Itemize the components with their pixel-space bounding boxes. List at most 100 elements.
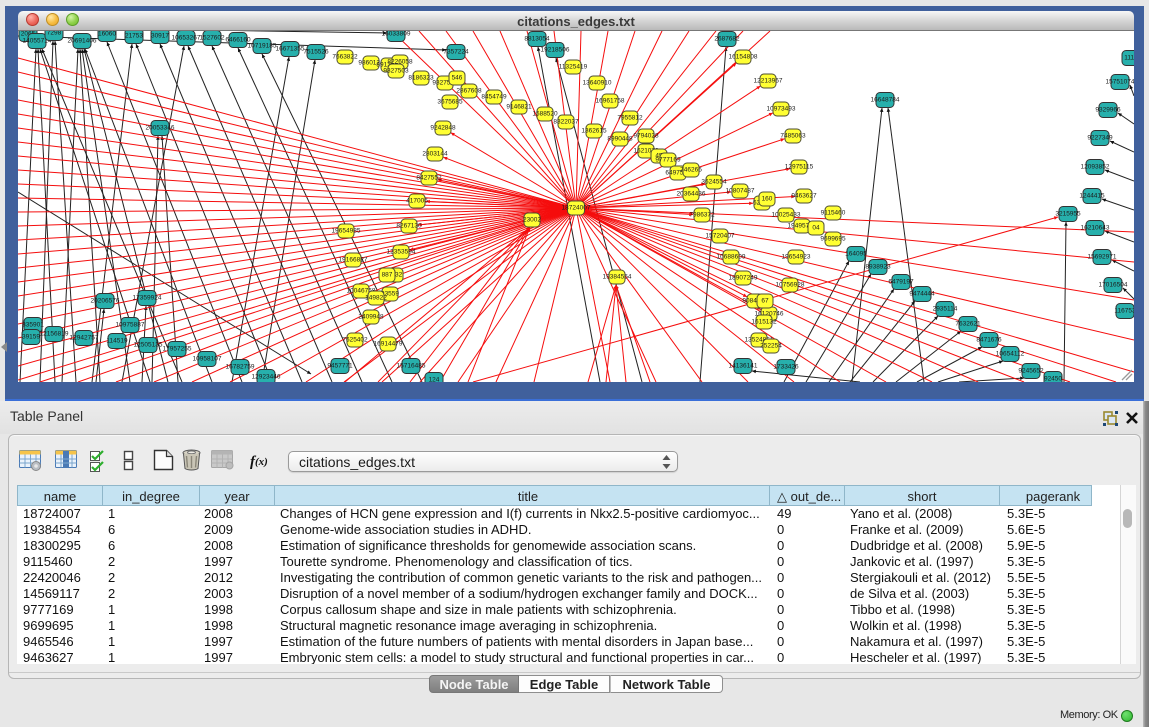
svg-text:1362615: 1362615 — [581, 128, 607, 135]
svg-text:2687682: 2687682 — [714, 36, 740, 43]
svg-text:8186323: 8186323 — [408, 75, 434, 82]
svg-text:3624554: 3624554 — [701, 179, 727, 186]
svg-text:1588520: 1588520 — [532, 111, 558, 118]
svg-text:92450: 92450 — [1044, 376, 1062, 383]
svg-text:17359924: 17359924 — [133, 295, 162, 302]
svg-text:20053346: 20053346 — [146, 125, 175, 132]
svg-text:116753: 116753 — [1114, 308, 1134, 315]
svg-text:9327503: 9327503 — [383, 68, 409, 75]
svg-text:8322037: 8322037 — [553, 119, 579, 126]
svg-text:19654985: 19654985 — [332, 228, 361, 235]
svg-text:9329966: 9329966 — [1095, 107, 1121, 114]
svg-text:2409948: 2409948 — [358, 314, 384, 321]
svg-text:887: 887 — [382, 272, 393, 279]
svg-text:164095: 164095 — [845, 251, 867, 258]
svg-text:114519: 114519 — [106, 338, 128, 345]
svg-text:1733426: 1733426 — [773, 364, 799, 371]
svg-text:19166827: 19166827 — [339, 257, 368, 264]
svg-text:10975887: 10975887 — [116, 322, 145, 329]
svg-text:12975115: 12975115 — [785, 164, 814, 171]
svg-text:16914479: 16914479 — [374, 341, 403, 348]
svg-text:417006: 417006 — [406, 198, 428, 205]
svg-text:2803144: 2803144 — [422, 151, 448, 158]
svg-text:746266: 746266 — [680, 167, 702, 174]
svg-text:9474444: 9474444 — [909, 291, 935, 298]
svg-text:19218506: 19218506 — [541, 47, 570, 54]
svg-text:15692971: 15692971 — [1088, 254, 1117, 261]
svg-text:6479197: 6479197 — [888, 279, 914, 286]
svg-text:12923446: 12923446 — [252, 374, 281, 381]
svg-text:9794028: 9794028 — [633, 133, 659, 140]
svg-text:8454749: 8454749 — [481, 94, 507, 101]
svg-text:10025433: 10025433 — [772, 212, 801, 219]
svg-text:7955812: 7955812 — [617, 115, 643, 122]
svg-text:7515526: 7515526 — [303, 49, 329, 56]
svg-text:(x): (x) — [255, 456, 268, 468]
svg-text:9242848: 9242848 — [430, 125, 456, 132]
svg-text:21753: 21753 — [125, 33, 143, 40]
svg-text:16782759: 16782759 — [226, 364, 255, 371]
svg-text:18724007: 18724007 — [562, 205, 591, 212]
svg-text:1527602: 1527602 — [199, 35, 225, 42]
svg-text:19654923: 19654923 — [782, 254, 811, 261]
svg-text:18907249: 18907249 — [729, 275, 758, 282]
svg-text:3215955: 3215955 — [1055, 211, 1081, 218]
svg-text:10688609: 10688609 — [717, 254, 746, 261]
svg-text:9115460: 9115460 — [821, 210, 846, 217]
svg-text:15751074: 15751074 — [1106, 79, 1134, 86]
svg-text:149822: 149822 — [365, 295, 387, 302]
svg-text:04: 04 — [812, 225, 820, 232]
svg-text:1615132: 1615132 — [751, 319, 777, 326]
svg-text:16961758: 16961758 — [596, 98, 625, 105]
svg-text:1117: 1117 — [1124, 55, 1134, 62]
svg-text:8813054: 8813054 — [524, 36, 550, 43]
svg-text:7357224: 7357224 — [443, 49, 469, 56]
svg-text:10958107: 10958107 — [193, 356, 222, 363]
svg-text:160: 160 — [762, 196, 773, 203]
svg-text:10973493: 10973493 — [767, 106, 796, 113]
svg-text:7632621: 7632621 — [955, 321, 981, 328]
svg-text:10807487: 10807487 — [726, 188, 755, 195]
svg-text:8427552: 8427552 — [416, 175, 442, 182]
svg-text:8471676: 8471676 — [976, 337, 1002, 344]
svg-text:10654112: 10654112 — [996, 351, 1025, 358]
svg-text:14136141: 14136141 — [729, 363, 758, 370]
svg-text:9457771: 9457771 — [327, 363, 353, 370]
svg-text:20364436: 20364436 — [677, 191, 706, 198]
svg-text:7663822: 7663822 — [332, 54, 358, 61]
svg-text:252254: 252254 — [760, 343, 782, 350]
svg-text:12093852: 12093852 — [1081, 164, 1110, 171]
svg-text:9699695: 9699695 — [820, 236, 846, 243]
svg-text:16060: 16060 — [98, 31, 116, 38]
svg-text:12353594: 12353594 — [387, 249, 416, 256]
svg-text:17016504: 17016504 — [1099, 282, 1128, 289]
svg-text:30917: 30917 — [151, 33, 169, 40]
svg-text:2867608: 2867608 — [456, 88, 482, 95]
svg-text:12156819: 12156819 — [40, 331, 69, 338]
svg-text:11325419: 11325419 — [559, 64, 588, 71]
svg-text:8990448: 8990448 — [607, 136, 633, 143]
svg-text:39159: 39159 — [22, 334, 40, 341]
svg-text:23002: 23002 — [523, 217, 541, 224]
svg-text:3675685: 3675685 — [437, 99, 463, 106]
svg-text:7485063: 7485063 — [780, 133, 806, 140]
svg-text:9777169: 9777169 — [655, 157, 681, 164]
svg-text:17957255: 17957255 — [163, 346, 192, 353]
svg-text:16210643: 16210643 — [1081, 225, 1110, 232]
svg-text:10719185: 10719185 — [248, 43, 277, 50]
svg-text:7298: 7298 — [47, 31, 62, 37]
svg-text:2935114: 2935114 — [933, 306, 958, 313]
svg-text:10756928: 10756928 — [776, 282, 805, 289]
svg-text:9463627: 9463627 — [791, 193, 817, 200]
svg-text:20691406: 20691406 — [68, 38, 97, 45]
svg-text:835901: 835901 — [22, 322, 44, 329]
svg-text:16154808: 16154808 — [729, 54, 758, 61]
svg-text:546: 546 — [452, 75, 463, 82]
svg-text:8267130: 8267130 — [396, 223, 422, 230]
svg-text:16648784: 16648784 — [871, 97, 900, 104]
svg-text:9245652: 9245652 — [1018, 368, 1044, 375]
svg-text:13640910: 13640910 — [583, 80, 612, 87]
svg-text:16033809: 16033809 — [382, 31, 411, 38]
svg-text:20206576: 20206576 — [91, 298, 120, 305]
svg-text:9227349: 9227349 — [1087, 135, 1113, 142]
